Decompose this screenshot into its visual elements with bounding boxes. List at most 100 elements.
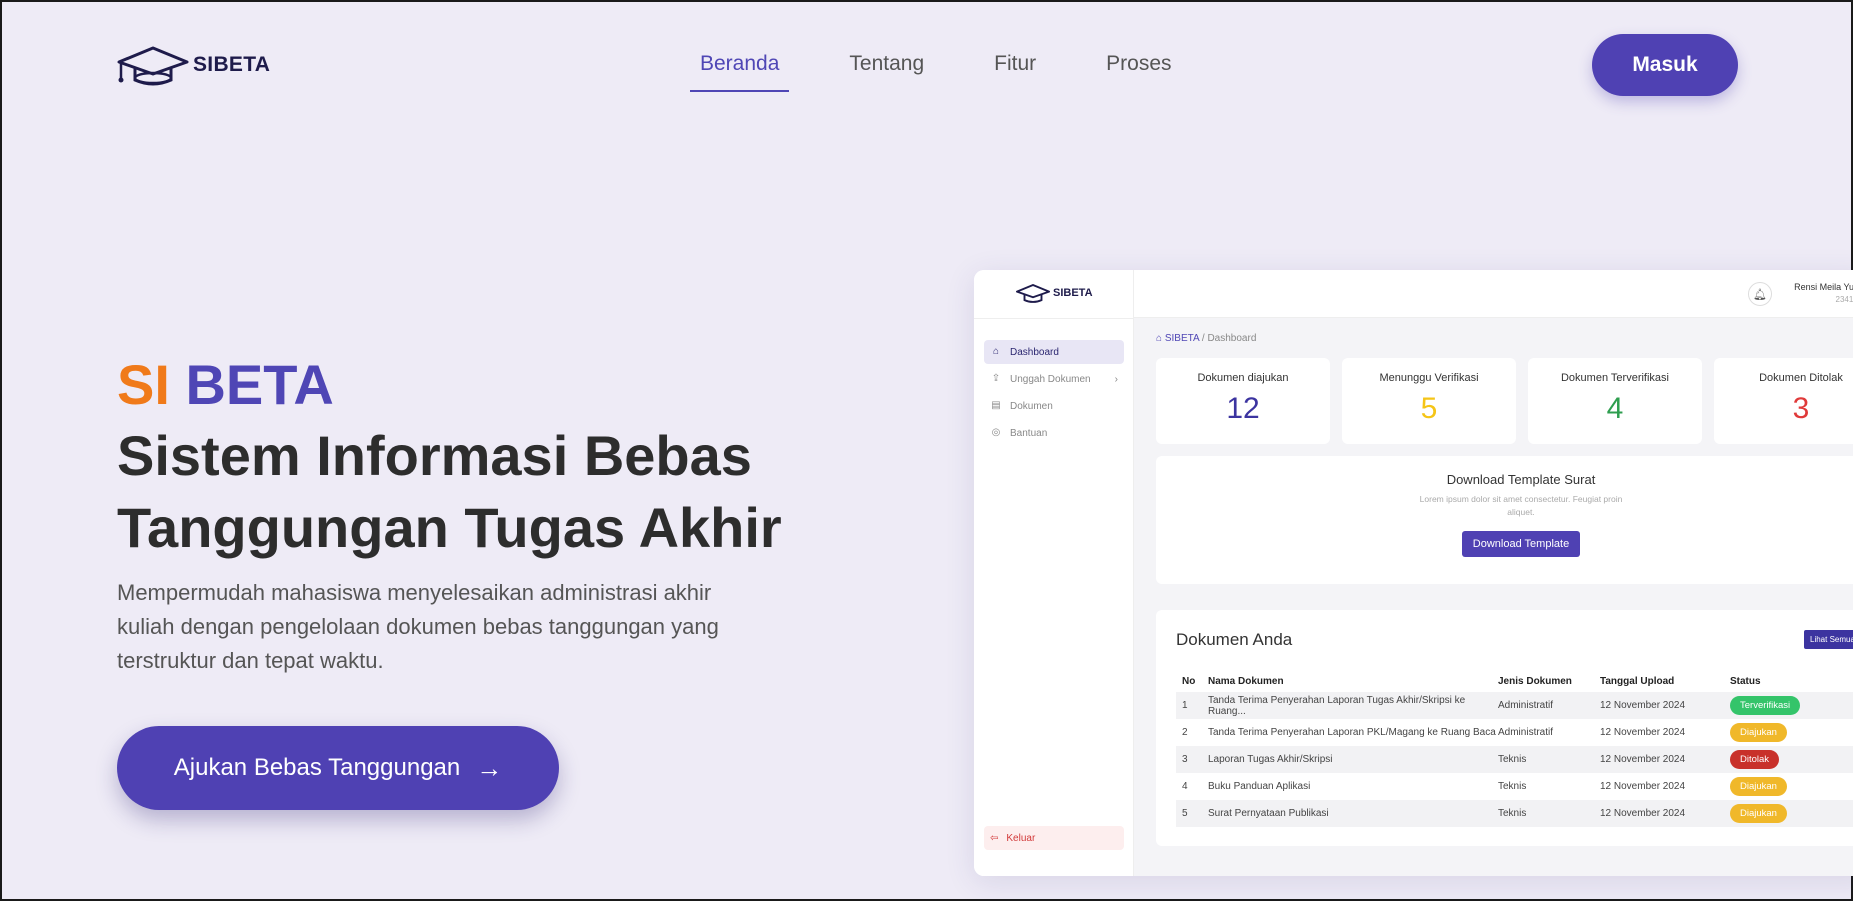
nav-beranda[interactable]: Beranda	[690, 40, 790, 92]
hero-title-line2: Tanggungan Tugas Akhir	[117, 496, 782, 559]
breadcrumb: ⌂ SIBETA / Dashboard	[1156, 333, 1256, 344]
chevron-right-icon: ›	[1114, 373, 1118, 385]
table-row[interactable]: 4 Buku Panduan Aplikasi Teknis 12 Novemb…	[1176, 773, 1853, 800]
user-name: Rensi Meila Yulvinata	[1794, 282, 1853, 292]
menu-label: Unggah Dokumen	[1010, 373, 1091, 385]
cell-type: Teknis	[1498, 746, 1600, 773]
status-badge: Terverifikasi	[1730, 696, 1801, 715]
headphones-icon: ◎	[991, 427, 1001, 438]
table-row[interactable]: 3 Laporan Tugas Akhir/Skripsi Teknis 12 …	[1176, 746, 1853, 773]
col-date: Tanggal Upload	[1600, 675, 1675, 687]
download-template-card: Download Template Surat Lorem ipsum dolo…	[1156, 456, 1853, 584]
stat-label: Menunggu Verifikasi	[1379, 372, 1479, 384]
stat-label: Dokumen diajukan	[1197, 372, 1289, 384]
stat-label: Dokumen Terverifikasi	[1560, 372, 1669, 384]
col-name: Nama Dokumen	[1208, 675, 1284, 687]
dashboard-preview: SIBETA ⌂ Dashboard ⇪ Unggah Dokumen › ▤ …	[974, 270, 1853, 876]
col-no: No	[1182, 675, 1196, 687]
download-template-button[interactable]: Download Template	[1461, 531, 1581, 557]
hero-description: Mempermudah mahasiswa menyelesaikan admi…	[117, 580, 719, 673]
cell-type: Administratif	[1498, 692, 1600, 719]
menu-label: Dashboard	[1010, 346, 1059, 358]
cell-name: Buku Panduan Aplikasi	[1208, 781, 1311, 792]
preview-logo-text: SIBETA	[1053, 287, 1093, 299]
home-icon: ⌂	[992, 346, 1000, 357]
cell-name: Tanda Terima Penyerahan Laporan Tugas Ak…	[1208, 692, 1498, 719]
cell-name: Surat Pernyataan Publikasi	[1208, 800, 1498, 827]
stat-card-submitted: Dokumen diajukan 12	[1156, 358, 1330, 444]
cell-date: 12 November 2024	[1600, 781, 1686, 792]
nav-proses[interactable]: Proses	[1096, 40, 1181, 92]
status-badge: Diajukan	[1730, 804, 1787, 823]
cell-date: 12 November 2024	[1600, 746, 1730, 773]
cell-no: 5	[1176, 800, 1208, 827]
preview-menu-upload[interactable]: ⇪ Unggah Dokumen ›	[984, 367, 1124, 391]
stat-value: 4	[1606, 392, 1624, 425]
nav-tentang[interactable]: Tentang	[839, 40, 934, 92]
nav-fitur[interactable]: Fitur	[984, 40, 1046, 92]
logout-label: Keluar	[1006, 832, 1036, 844]
table-header-row: No Nama Dokumen Jenis Dokumen Tanggal Up…	[1176, 670, 1853, 692]
cell-no: 1	[1176, 692, 1208, 719]
divider	[974, 318, 1133, 319]
graduation-cap-icon	[1016, 284, 1050, 303]
main-nav: Beranda Tentang Fitur Proses	[690, 40, 1232, 92]
cell-type: Teknis	[1498, 800, 1600, 827]
cell-no: 2	[1182, 727, 1188, 738]
bell-icon[interactable]: 🔔︎	[1748, 282, 1772, 306]
brand-name: SIBETA	[193, 53, 271, 76]
download-title: Download Template Surat	[1446, 472, 1596, 487]
site-header: SIBETA Beranda Tentang Fitur Proses Masu…	[2, 2, 1853, 128]
stats-row: Dokumen diajukan 12 Menunggu Verifikasi …	[1156, 358, 1853, 444]
breadcrumb-current: Dashboard	[1207, 333, 1257, 344]
documents-card: Dokumen Anda Lihat Semua No Nama Dokumen…	[1156, 610, 1853, 846]
cell-no: 4	[1182, 781, 1188, 792]
documents-title: Dokumen Anda	[1176, 630, 1293, 649]
download-description: Lorem ipsum dolor sit amet consectetur. …	[1419, 494, 1623, 517]
login-button[interactable]: Masuk	[1592, 34, 1738, 96]
cell-name: Laporan Tugas Akhir/Skripsi	[1208, 746, 1498, 773]
user-id: 2341720201	[1835, 295, 1853, 304]
hero-section: SI BETA Sistem Informasi Bebas Tanggunga…	[117, 350, 877, 678]
hero-brand-beta: BETA	[185, 353, 334, 416]
preview-logo: SIBETA	[1016, 282, 1093, 304]
col-status: Status	[1730, 675, 1761, 687]
cell-name: Tanda Terima Penyerahan Laporan PKL/Maga…	[1208, 727, 1496, 738]
menu-label: Dokumen	[1010, 400, 1053, 412]
graduation-cap-icon	[117, 46, 189, 86]
upload-icon: ⇪	[991, 373, 1001, 384]
cell-date: 12 November 2024	[1600, 727, 1686, 738]
submit-clearance-button[interactable]: Ajukan Bebas Tanggungan →	[117, 726, 559, 810]
hero-brand: SI BETA	[117, 350, 877, 420]
status-badge: Diajukan	[1730, 723, 1787, 742]
file-icon: ▤	[991, 400, 1001, 411]
preview-logout-button[interactable]: ⇦ Keluar	[984, 826, 1124, 850]
arrow-right-icon: →	[476, 752, 503, 783]
documents-table: No Nama Dokumen Jenis Dokumen Tanggal Up…	[1176, 670, 1853, 827]
stat-value: 3	[1792, 392, 1810, 425]
hero-title-line1: Sistem Informasi Bebas	[117, 424, 752, 487]
breadcrumb-separator: /	[1201, 333, 1205, 344]
preview-main: ⌂ SIBETA / Dashboard Dokumen diajukan 12…	[1134, 318, 1853, 876]
preview-menu-documents[interactable]: ▤ Dokumen	[984, 394, 1124, 418]
brand-logo[interactable]: SIBETA	[117, 44, 270, 86]
view-all-button[interactable]: Lihat Semua	[1804, 630, 1853, 649]
table-row[interactable]: 1 Tanda Terima Penyerahan Laporan Tugas …	[1176, 692, 1853, 719]
col-type: Jenis Dokumen	[1498, 675, 1572, 687]
menu-label: Bantuan	[1010, 427, 1048, 439]
cell-no: 3	[1176, 746, 1208, 773]
table-row[interactable]: 2 Tanda Terima Penyerahan Laporan PKL/Ma…	[1176, 719, 1853, 746]
preview-menu-dashboard[interactable]: ⌂ Dashboard	[984, 340, 1124, 364]
stat-value: 12	[1226, 392, 1260, 425]
preview-menu-help[interactable]: ◎ Bantuan	[984, 421, 1124, 445]
table-row[interactable]: 5 Surat Pernyataan Publikasi Teknis 12 N…	[1176, 800, 1853, 827]
stat-label: Dokumen Ditolak	[1759, 372, 1843, 384]
preview-sidebar: SIBETA ⌂ Dashboard ⇪ Unggah Dokumen › ▤ …	[974, 270, 1134, 876]
breadcrumb-root[interactable]: ⌂ SIBETA	[1156, 333, 1199, 344]
stat-value: 5	[1420, 392, 1438, 425]
status-badge: Diajukan	[1730, 777, 1787, 796]
preview-menu: ⌂ Dashboard ⇪ Unggah Dokumen › ▤ Dokumen…	[984, 340, 1124, 448]
stat-card-pending: Menunggu Verifikasi 5	[1342, 358, 1516, 444]
preview-user[interactable]: Rensi Meila Yulvinata 2341720201	[1784, 282, 1853, 304]
logout-icon: ⇦	[990, 832, 999, 844]
